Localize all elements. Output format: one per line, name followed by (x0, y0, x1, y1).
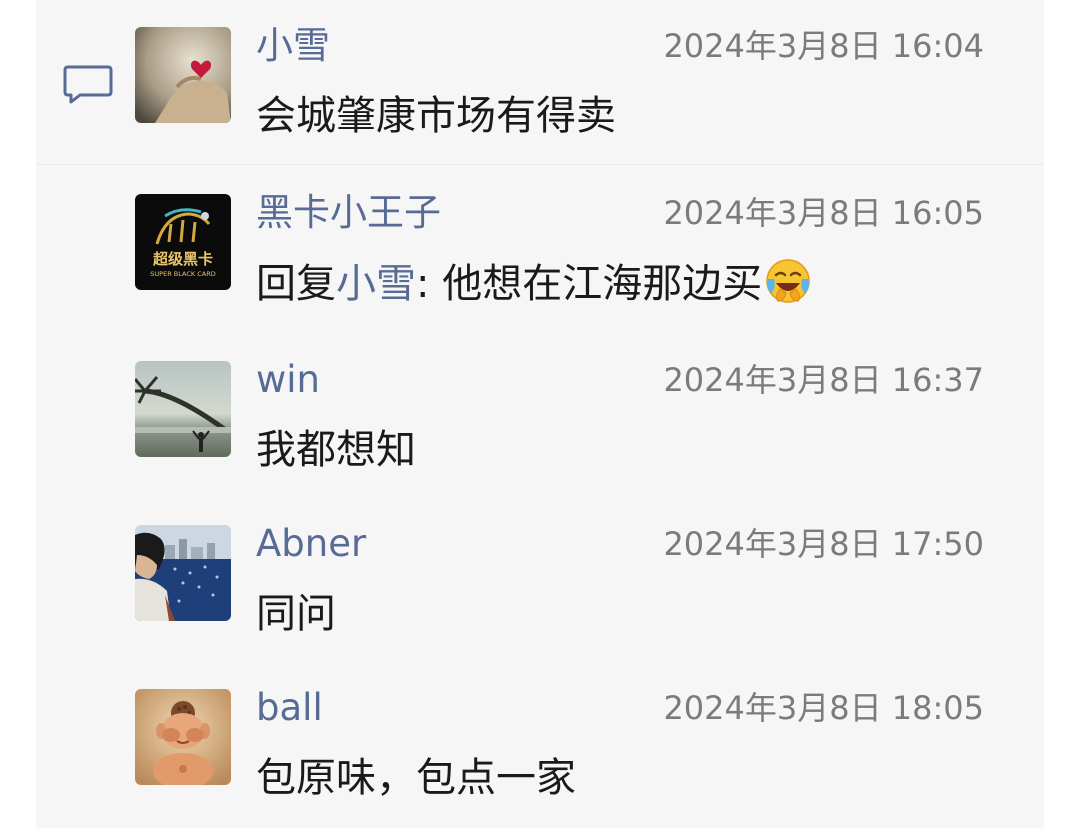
comment-item: 小雪 2024年3月8日 16:04 会城肇康市场有得卖 (36, 0, 1044, 164)
comment-text: 我都想知 (256, 427, 416, 473)
reply-prefix: 回复 (256, 261, 336, 307)
comment-time: 2024年3月8日 17:50 (663, 525, 984, 563)
person-by-lake-avatar-icon (135, 525, 231, 621)
avatar[interactable] (135, 361, 231, 457)
reply-text: 他想在江海那边买 (442, 261, 763, 307)
svg-text:SUPER BLACK CARD: SUPER BLACK CARD (150, 270, 215, 278)
comment-item: Abner 2024年3月8日 17:50 同问 (36, 498, 1044, 662)
commenter-name[interactable]: win (256, 357, 320, 403)
comment-time: 2024年3月8日 16:37 (663, 361, 984, 399)
avatar[interactable] (135, 525, 231, 621)
commenter-name[interactable]: 小雪 (256, 23, 330, 69)
comment-text: 包原味，包点一家 (256, 755, 576, 801)
super-black-card-avatar-icon: 超级黑卡 SUPER BLACK CARD (135, 194, 231, 290)
heart-finger-avatar-icon (135, 27, 231, 123)
comments-panel: 小雪 2024年3月8日 16:04 会城肇康市场有得卖 超级黑卡 SUPER … (36, 0, 1044, 828)
avatar[interactable]: 超级黑卡 SUPER BLACK CARD (135, 194, 231, 290)
commenter-name[interactable]: 黑卡小王子 (256, 190, 441, 236)
comment-item: ball 2024年3月8日 18:05 包原味，包点一家 (36, 662, 1044, 826)
reply-to-name[interactable]: 小雪 (336, 261, 416, 307)
comment-text: 同问 (256, 591, 336, 637)
commenter-name[interactable]: ball (256, 685, 323, 731)
comment-time: 2024年3月8日 16:04 (663, 27, 984, 65)
avatar[interactable] (135, 27, 231, 123)
reply-separator: : (416, 261, 443, 307)
svg-text:超级黑卡: 超级黑卡 (152, 250, 213, 268)
comment-item: win 2024年3月8日 16:37 我都想知 (36, 334, 1044, 498)
comment-item: 超级黑卡 SUPER BLACK CARD 黑卡小王子 2024年3月8日 16… (36, 167, 1044, 331)
palm-tree-beach-avatar-icon (135, 361, 231, 457)
buddha-figurine-avatar-icon (135, 689, 231, 785)
divider (36, 164, 1044, 165)
commenter-name[interactable]: Abner (256, 521, 366, 567)
avatar[interactable] (135, 689, 231, 785)
comment-text: 会城肇康市场有得卖 (256, 93, 616, 139)
comment-time: 2024年3月8日 16:05 (663, 194, 984, 232)
crying-laughing-emoji-icon (766, 259, 810, 303)
comment-time: 2024年3月8日 18:05 (663, 689, 984, 727)
comment-text: 回复小雪: 他想在江海那边买 (256, 257, 812, 310)
